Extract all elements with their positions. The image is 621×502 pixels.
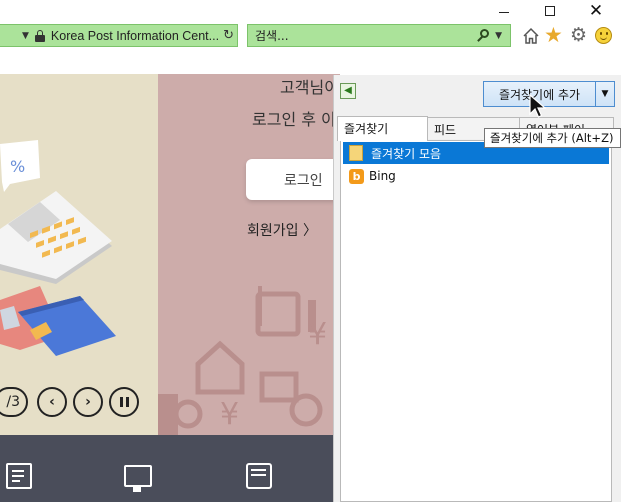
folder-icon: [349, 145, 363, 161]
tab-favorites[interactable]: 즐겨찾기: [337, 116, 428, 141]
document-icon[interactable]: [6, 463, 32, 489]
list-item-label: Bing: [369, 169, 396, 183]
close-button[interactable]: ✕: [573, 0, 619, 22]
pause-icon: [119, 397, 123, 407]
svg-text:¥: ¥: [308, 317, 327, 352]
search-placeholder: 검색...: [255, 29, 289, 43]
carousel-prev-button[interactable]: ‹: [37, 387, 67, 417]
chevron-right-icon: ›: [85, 394, 91, 410]
address-dropdown-icon[interactable]: ▼: [22, 31, 29, 41]
maximize-button[interactable]: [527, 0, 573, 22]
lock-icon[interactable]: [34, 29, 45, 42]
svg-text:¥: ¥: [220, 397, 239, 432]
bing-icon: b: [349, 168, 364, 184]
list-item-bing[interactable]: b Bing: [343, 165, 609, 187]
carousel-pause-button[interactable]: [109, 387, 139, 417]
list-item-label: 즐겨찾기 모음: [371, 146, 442, 161]
search-dropdown-icon[interactable]: ▼: [495, 31, 502, 41]
minimize-icon: [499, 11, 509, 13]
signup-link[interactable]: 회원가입 〉: [247, 220, 317, 240]
refresh-icon[interactable]: ↻: [223, 28, 234, 43]
settings-gear-icon[interactable]: ⚙: [570, 24, 587, 46]
carousel-next-button[interactable]: ›: [73, 387, 103, 417]
calculator-illustration: %: [0, 140, 116, 356]
add-favorite-group: 즐겨찾기에 추가 ▼: [483, 81, 615, 107]
site-identity-text: Korea Post Information Cent...: [50, 28, 220, 43]
chevron-left-icon: ‹: [49, 394, 55, 410]
address-bar[interactable]: ▼ Korea Post Information Cent... ↻: [0, 24, 238, 47]
greeting-text: 고객님이: [280, 78, 339, 97]
monitor-icon[interactable]: [124, 465, 152, 492]
title-bar: ✕: [0, 0, 621, 22]
pin-panel-button[interactable]: ◀: [340, 83, 356, 99]
mouse-cursor-icon: [529, 94, 547, 118]
pin-arrow-icon: ◀: [344, 85, 352, 96]
minimize-button[interactable]: [481, 0, 527, 22]
close-icon: ✕: [588, 1, 604, 21]
add-favorites-dropdown-button[interactable]: ▼: [596, 82, 614, 106]
chevron-down-icon: ▼: [601, 89, 609, 99]
home-icon[interactable]: [522, 27, 540, 45]
login-prompt-text: 로그인 후 이: [252, 110, 336, 129]
favorites-star-icon[interactable]: ★: [544, 24, 563, 46]
smiley-feedback-icon[interactable]: [595, 27, 612, 44]
footer-shortcuts: [0, 435, 340, 502]
promo-banner[interactable]: % /3 ‹ ›: [0, 74, 158, 435]
search-icon[interactable]: [477, 28, 491, 43]
maximize-icon: [545, 6, 555, 16]
search-input[interactable]: 검색... ▼: [247, 24, 511, 47]
tooltip: 즐겨찾기에 추가 (Alt+Z): [484, 128, 621, 148]
svg-text:%: %: [10, 157, 25, 176]
favorites-list: 즐겨찾기 모음 b Bing: [340, 140, 612, 502]
inbox-tray-icon[interactable]: [246, 463, 272, 489]
